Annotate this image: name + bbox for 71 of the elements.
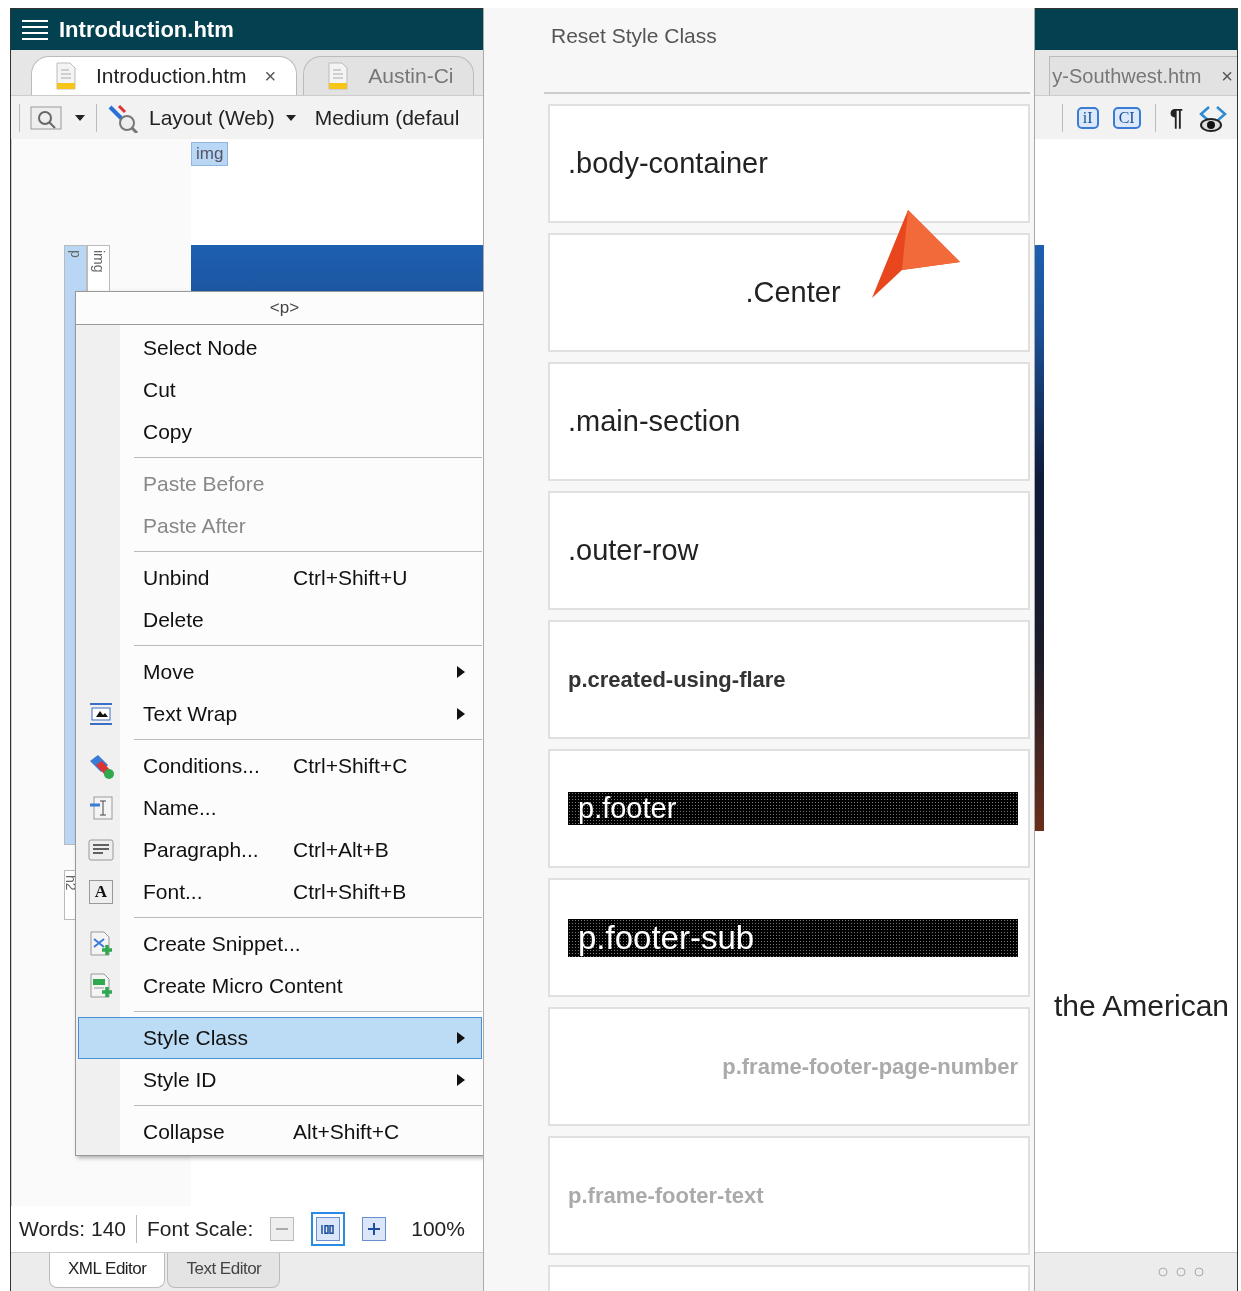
- layout-dropdown[interactable]: Layout (Web): [149, 105, 301, 130]
- style-class-card[interactable]: .Center: [548, 233, 1030, 352]
- font-icon: A: [88, 880, 114, 904]
- close-button[interactable]: ×: [1221, 64, 1233, 88]
- reset-style-class-item[interactable]: Reset Style Class: [548, 24, 1030, 92]
- tags-icon: [88, 753, 114, 779]
- editor-tab[interactable]: Text Editor: [167, 1253, 281, 1288]
- class-tag-button[interactable]: CI: [1112, 106, 1141, 129]
- word-count: Words: 140: [19, 1217, 126, 1241]
- menu-item[interactable]: Unbind Ctrl+Shift+U: [78, 557, 482, 599]
- shortcut-text: Ctrl+Shift+B: [293, 880, 407, 904]
- shortcut-text: Ctrl+Shift+U: [293, 566, 408, 590]
- menu-item[interactable]: Collapse Alt+Shift+C: [78, 1111, 482, 1153]
- document-icon: [54, 62, 78, 90]
- document-icon: [326, 62, 351, 90]
- layout-selector-icon[interactable]: [107, 102, 139, 133]
- menu-item[interactable]: Create Snippet...: [78, 923, 482, 965]
- style-class-card[interactable]: .main-section: [548, 362, 1030, 481]
- menu-item[interactable]: Name...: [78, 787, 482, 829]
- more-dots-icon[interactable]: [1157, 1266, 1205, 1278]
- structure-tag[interactable]: img: [87, 245, 110, 293]
- show-marks-button[interactable]: ¶: [1169, 103, 1183, 132]
- name-field-icon: [88, 795, 114, 821]
- paragraph-icon: [88, 837, 114, 863]
- menu-item[interactable]: Cut: [78, 369, 482, 411]
- plus-icon: [368, 1223, 381, 1235]
- menu-item[interactable]: Create Micro Content: [78, 965, 482, 1007]
- menu-item[interactable]: Copy: [78, 411, 482, 453]
- body-text: the American: [1053, 989, 1229, 1023]
- submenu-arrow-icon: [457, 1032, 465, 1044]
- minus-icon: [276, 1228, 289, 1230]
- submenu-arrow-icon: [457, 1074, 465, 1086]
- preview-icon[interactable]: [30, 104, 64, 131]
- style-class-card[interactable]: p.footer: [548, 749, 1030, 868]
- close-button[interactable]: ×: [264, 64, 277, 88]
- document-add-icon: [88, 973, 114, 999]
- style-class-card[interactable]: p.footer-sub: [548, 878, 1030, 997]
- menu-item[interactable]: Select Node: [78, 327, 482, 369]
- menu-item[interactable]: Conditions... Ctrl+Shift+C: [78, 745, 482, 787]
- menu-item[interactable]: Style ID: [78, 1059, 482, 1101]
- menu-item[interactable]: Paragraph... Ctrl+Alt+B: [78, 829, 482, 871]
- reset-scale-icon: [321, 1224, 336, 1234]
- medium-dropdown[interactable]: Medium (defaul: [314, 105, 460, 130]
- shortcut-text: Ctrl+Alt+B: [293, 838, 389, 862]
- document-tab[interactable]: y-Southwest.htm ×: [1049, 56, 1237, 95]
- zoom-level: 100%: [411, 1217, 465, 1241]
- style-class-card[interactable]: .body-container: [548, 104, 1030, 223]
- font-scale-label: Font Scale:: [147, 1217, 254, 1241]
- submenu-arrow-icon: [457, 708, 465, 720]
- dropdown-caret-icon[interactable]: [74, 113, 86, 122]
- inline-tag-button[interactable]: iI: [1076, 106, 1099, 129]
- document-tab[interactable]: Introduction.htm ×: [31, 56, 298, 95]
- menu-item[interactable]: Text Wrap: [78, 693, 482, 735]
- menu-item[interactable]: Style Class: [78, 1017, 482, 1059]
- menu-item[interactable]: A Font... Ctrl+Shift+B: [78, 871, 482, 913]
- submenu-arrow-icon: [457, 666, 465, 678]
- cursor-arrow-icon: [870, 208, 962, 300]
- menu-icon[interactable]: [21, 17, 49, 42]
- shortcut-text: Ctrl+Shift+C: [293, 754, 408, 778]
- window-title: Introduction.htm: [59, 16, 234, 43]
- editor-tab[interactable]: XML Editor: [49, 1253, 166, 1288]
- shortcut-text: Alt+Shift+C: [293, 1120, 400, 1144]
- dropdown-caret-icon: [284, 113, 297, 122]
- reset-font-button[interactable]: [311, 1212, 346, 1246]
- style-class-card[interactable]: p.created-using-flare: [548, 620, 1030, 739]
- structure-tag[interactable]: img: [191, 142, 229, 166]
- menu-item[interactable]: Delete: [78, 599, 482, 641]
- snippet-add-icon: [88, 931, 114, 957]
- menu-item[interactable]: Move: [78, 651, 482, 693]
- text-wrap-icon: [88, 701, 114, 727]
- style-class-card[interactable]: .outer-row: [548, 491, 1030, 610]
